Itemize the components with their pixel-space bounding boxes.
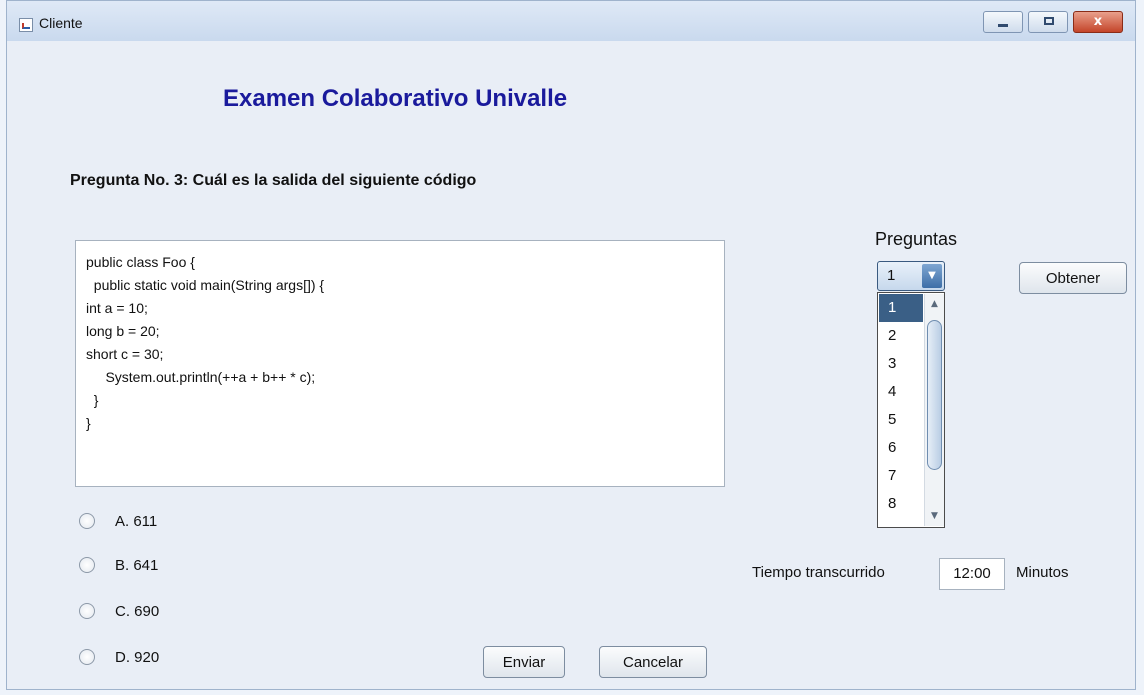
scroll-up-icon[interactable]: ▲ <box>925 294 944 314</box>
cancelar-button[interactable]: Cancelar <box>599 646 707 678</box>
chevron-down-icon[interactable]: ▼ <box>922 264 942 288</box>
option-a[interactable]: A. 611 <box>79 509 157 533</box>
dropdown-item[interactable]: 5 <box>879 406 923 434</box>
radio-button[interactable] <box>79 557 95 573</box>
dropdown-item[interactable]: 7 <box>879 462 923 490</box>
java-app-icon <box>19 18 33 32</box>
minutos-label: Minutos <box>1016 564 1069 581</box>
preguntas-dropdown-list[interactable]: 1 2 3 4 5 6 7 8 ▲ ▼ <box>877 292 945 528</box>
preguntas-label: Preguntas <box>875 229 958 249</box>
preguntas-combobox[interactable]: 1 ▼ <box>877 261 945 291</box>
question-text: Pregunta No. 3: Cuál es la salida del si… <box>70 172 477 189</box>
window-title: Cliente <box>39 15 83 31</box>
close-button[interactable]: x <box>1073 11 1123 33</box>
dropdown-scrollbar[interactable]: ▲ ▼ <box>924 294 944 526</box>
combobox-value: 1 <box>887 267 896 284</box>
dropdown-item[interactable]: 8 <box>879 490 923 518</box>
app-title: Examen Colaborativo Univalle <box>223 85 568 112</box>
option-label: D. 920 <box>115 648 160 666</box>
tiempo-field[interactable]: 12:00 <box>939 558 1005 590</box>
option-label: C. 690 <box>115 602 160 620</box>
obtener-button[interactable]: Obtener <box>1019 262 1127 294</box>
radio-button[interactable] <box>79 649 95 665</box>
client-window: Cliente x Examen Colaborativo Univalle P… <box>6 0 1136 690</box>
option-c[interactable]: C. 690 <box>79 599 159 623</box>
dropdown-item[interactable]: 2 <box>879 322 923 350</box>
enviar-button[interactable]: Enviar <box>483 646 565 678</box>
code-text-area[interactable]: public class Foo { public static void ma… <box>75 240 725 487</box>
dropdown-item[interactable]: 4 <box>879 378 923 406</box>
option-d[interactable]: D. 920 <box>79 645 159 669</box>
maximize-button[interactable] <box>1028 11 1068 33</box>
dropdown-item[interactable]: 1 <box>879 294 923 322</box>
tiempo-label: Tiempo transcurrido <box>752 564 885 581</box>
main-panel: Examen Colaborativo Univalle Pregunta No… <box>7 41 1135 691</box>
radio-button[interactable] <box>79 513 95 529</box>
scroll-thumb[interactable] <box>927 320 942 470</box>
minimize-button[interactable] <box>983 11 1023 33</box>
radio-button[interactable] <box>79 603 95 619</box>
title-bar: Cliente x <box>7 1 1135 41</box>
dropdown-item[interactable]: 6 <box>879 434 923 462</box>
option-label: A. 611 <box>115 512 158 530</box>
option-label: B. 641 <box>115 556 159 574</box>
minimize-icon <box>998 24 1008 27</box>
dropdown-item[interactable]: 3 <box>879 350 923 378</box>
maximize-icon <box>1044 17 1054 25</box>
scroll-down-icon[interactable]: ▼ <box>925 506 944 526</box>
option-b[interactable]: B. 641 <box>79 553 158 577</box>
close-icon: x <box>1093 14 1103 29</box>
